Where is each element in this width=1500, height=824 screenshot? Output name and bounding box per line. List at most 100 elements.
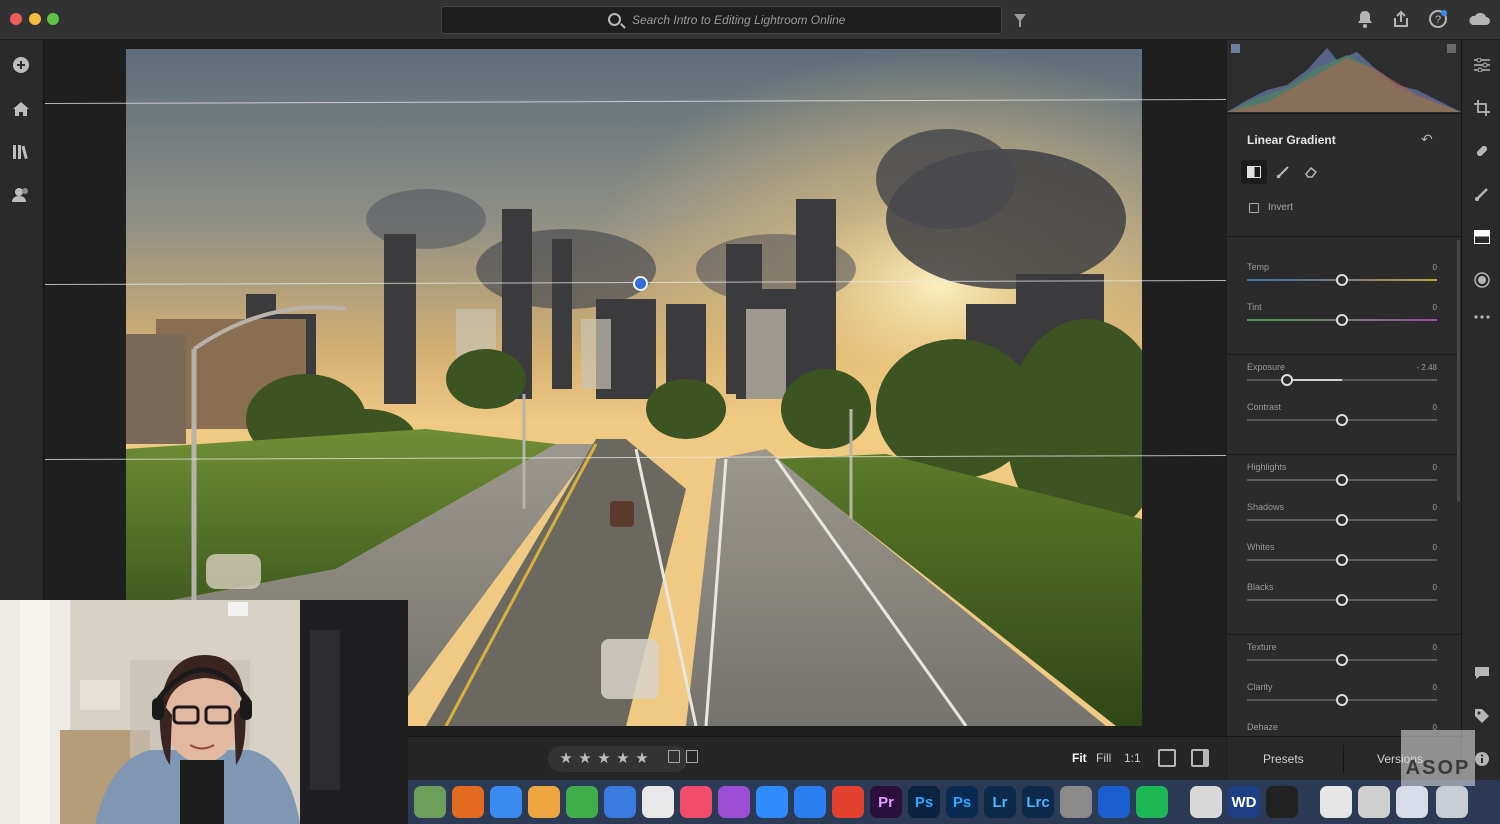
whites-slider-thumb[interactable] [1336,554,1348,566]
pick-flag-icon[interactable] [668,750,680,763]
zoom-1to1-button[interactable]: 1:1 [1124,751,1141,765]
highlights-slider-thumb[interactable] [1336,474,1348,486]
filter-icon[interactable] [1014,14,1026,27]
compare-view-icon[interactable] [1191,749,1209,767]
panel-title: Linear Gradient [1247,133,1336,147]
help-icon[interactable]: ? [1428,10,1448,30]
clarity-slider-thumb[interactable] [1336,694,1348,706]
panel-scrollbar[interactable] [1457,240,1460,502]
premiere-dock-icon[interactable]: Pr [870,786,902,818]
search-box[interactable] [441,6,1002,34]
group-divider [1227,634,1461,635]
presets-button[interactable]: Presets [1263,752,1304,766]
reset-icon[interactable]: ↶ [1421,132,1437,146]
podcasts-dock-icon[interactable] [718,786,750,818]
cloud-icon[interactable] [1467,10,1491,30]
search-input[interactable] [632,10,972,30]
photoshop-2-dock-icon[interactable]: Ps [946,786,978,818]
system-preferences-dock-icon[interactable] [1060,786,1092,818]
home-icon[interactable] [10,98,32,120]
scanner-dock-icon[interactable] [1190,786,1222,818]
whites-value[interactable]: 0 [1433,543,1437,552]
shadows-slider-thumb[interactable] [1336,514,1348,526]
blacks-value[interactable]: 0 [1433,583,1437,592]
texture-label: Texture [1247,642,1277,652]
tag-icon[interactable] [1473,707,1491,725]
new-gradient-tool-icon[interactable] [1241,160,1267,184]
zoom-fill-button[interactable]: Fill [1096,751,1111,765]
edit-sliders-icon[interactable] [1473,56,1491,74]
exposure-value[interactable]: - 2.48 [1417,363,1437,372]
temp-slider-thumb[interactable] [1336,274,1348,286]
pages-dock-icon[interactable] [528,786,560,818]
texture-slider-thumb[interactable] [1336,654,1348,666]
downloads-dock-icon[interactable] [1396,786,1428,818]
macos-dock: Pr Ps Ps Lr Lrc WD [408,780,1500,824]
contrast-label: Contrast [1247,402,1282,412]
creative-cloud-dock-icon[interactable] [832,786,864,818]
contrast-value[interactable]: 0 [1433,403,1437,412]
eraser-tool-icon[interactable] [1298,160,1324,184]
library-icon[interactable] [10,141,32,163]
spotify-dock-icon[interactable] [1136,786,1168,818]
wd-dock-icon[interactable]: WD [1228,786,1260,818]
keynote-dock-icon[interactable] [604,786,636,818]
clarity-value[interactable]: 0 [1433,683,1437,692]
star-4[interactable]: ★ [615,751,631,767]
blacks-slider-thumb[interactable] [1336,594,1348,606]
documents-dock-icon[interactable] [1320,786,1352,818]
maps-dock-icon[interactable] [414,786,446,818]
lightroom-dock-icon[interactable]: Lr [984,786,1016,818]
zoom-fit-button[interactable]: Fit [1072,751,1087,765]
filmstrip-icon[interactable] [1158,749,1176,767]
firefox-dock-icon[interactable] [452,786,484,818]
zoom-dock-icon[interactable] [756,786,788,818]
webcam-overlay [0,600,408,824]
linear-gradient-icon[interactable] [1473,228,1491,246]
reject-flag-icon[interactable] [686,750,698,763]
shadows-value[interactable]: 0 [1433,503,1437,512]
share-icon[interactable] [1391,10,1411,30]
1password-dock-icon[interactable] [1098,786,1130,818]
obs-dock-icon[interactable] [1266,786,1298,818]
star-rating[interactable]: ★ ★ ★ ★ ★ [548,746,688,772]
star-1[interactable]: ★ [558,751,574,767]
messages-dock-icon[interactable] [490,786,522,818]
numbers-dock-icon[interactable] [566,786,598,818]
svg-text:?: ? [1435,14,1441,26]
trash-dock-icon[interactable] [1436,786,1468,818]
tint-slider-thumb[interactable] [1336,314,1348,326]
tint-value[interactable]: 0 [1433,303,1437,312]
contrast-slider-thumb[interactable] [1336,414,1348,426]
radial-gradient-icon[interactable] [1473,271,1491,289]
exposure-slider-thumb[interactable] [1280,374,1293,386]
comment-icon[interactable] [1473,664,1491,682]
more-icon[interactable] [1473,308,1491,326]
texture-value[interactable]: 0 [1433,643,1437,652]
minimize-window-button[interactable] [29,13,41,25]
brush-icon[interactable] [1473,185,1491,203]
news-dock-icon[interactable] [642,786,674,818]
star-3[interactable]: ★ [596,751,612,767]
star-2[interactable]: ★ [577,751,593,767]
gradient-pin[interactable] [633,276,648,291]
screenshot-dock-icon[interactable] [1358,786,1390,818]
close-window-button[interactable] [10,13,22,25]
lightroom-classic-dock-icon[interactable]: Lrc [1022,786,1054,818]
crop-icon[interactable] [1473,99,1491,117]
brush-tool-icon[interactable] [1270,160,1296,184]
add-photos-icon[interactable] [10,54,32,76]
photoshop-dock-icon[interactable]: Ps [908,786,940,818]
zoom-window-button[interactable] [47,13,59,25]
music-dock-icon[interactable] [680,786,712,818]
people-icon[interactable] [10,184,32,206]
star-5[interactable]: ★ [634,751,650,767]
highlights-value[interactable]: 0 [1433,463,1437,472]
app-store-dock-icon[interactable] [794,786,826,818]
info-icon[interactable] [1473,750,1491,768]
invert-checkbox[interactable] [1249,203,1259,213]
exposure-slider-track[interactable] [1247,379,1437,381]
healing-icon[interactable] [1473,142,1491,160]
temp-value[interactable]: 0 [1433,263,1437,272]
bell-icon[interactable] [1355,10,1375,30]
